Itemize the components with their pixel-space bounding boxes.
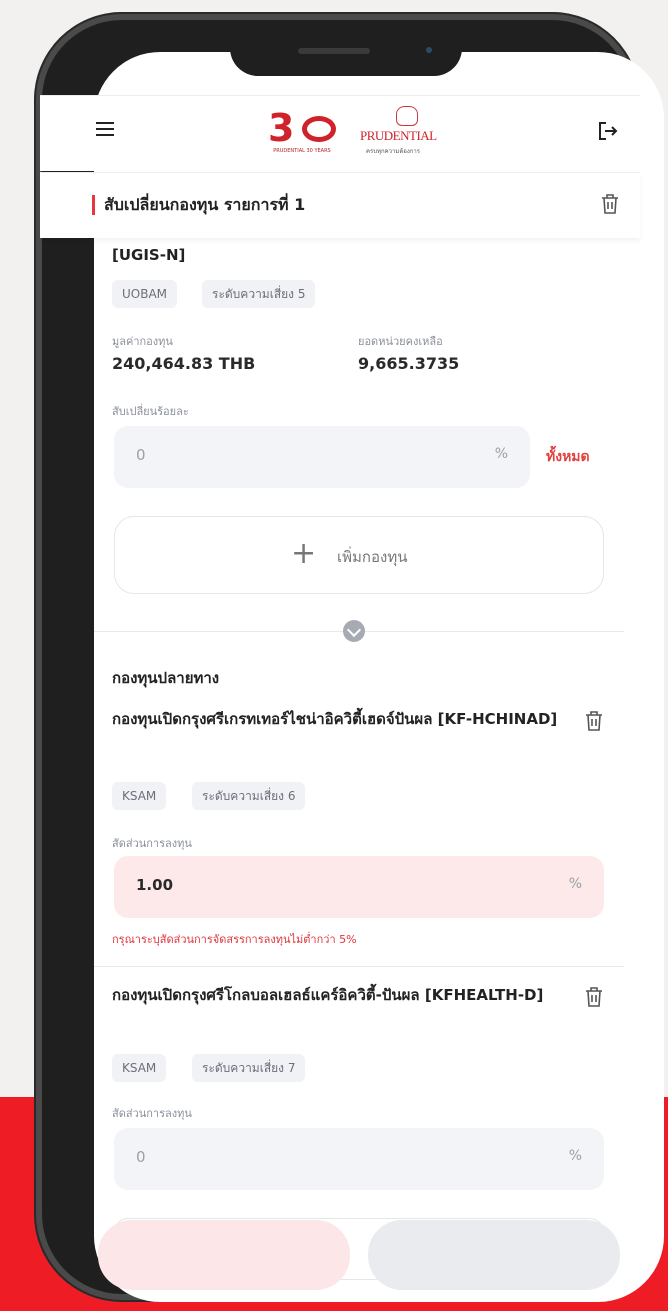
- next-button[interactable]: [368, 1220, 620, 1290]
- switch-percent-value: 0: [136, 446, 146, 464]
- arrow-down-circle-icon: [343, 620, 365, 642]
- allocation-value: 0: [136, 1148, 146, 1166]
- destination-fund-risk-chip: ระดับความเสี่ยง 7: [192, 1054, 306, 1082]
- section-title: สับเปลี่ยนกองทุน รายการที่ 1: [104, 195, 306, 214]
- source-fund-risk-chip: ระดับความเสี่ยง 5: [202, 280, 316, 308]
- main-content: [UGIS-N] UOBAM ระดับความเสี่ยง 5 มูลค่าก…: [40, 238, 640, 1280]
- section-accent-bar: [92, 195, 95, 215]
- delete-destination-fund-trash-icon[interactable]: [584, 710, 604, 732]
- destination-title: กองทุนปลายทาง: [112, 669, 220, 687]
- plus-icon: +: [291, 536, 317, 571]
- delete-destination-fund-trash-icon[interactable]: [584, 986, 604, 1008]
- allocation-label: สัดส่วนการลงทุน: [112, 1107, 192, 1120]
- switch-percent-label: สับเปลี่ยนร้อยละ: [112, 405, 189, 418]
- logout-icon[interactable]: [596, 120, 620, 142]
- prudential-logo: PRUDENTIAL ครบทุกความต้องการ: [360, 106, 460, 162]
- destination-fund-name: กองทุนเปิดกรุงศรีโกลบอลเฮลธ์แคร์อิควิตี้…: [112, 986, 544, 1004]
- prudential-tagline: ครบทุกความต้องการ: [366, 148, 420, 155]
- allocation-input[interactable]: 0 %: [114, 1128, 604, 1190]
- switch-all-link[interactable]: ทั้งหมด: [546, 446, 590, 468]
- nav-label: มูลค่ากองทุน: [112, 335, 173, 348]
- percent-unit: %: [494, 446, 508, 462]
- front-camera: [426, 47, 432, 53]
- menu-icon[interactable]: [96, 122, 114, 136]
- switch-percent-input[interactable]: 0 %: [114, 426, 530, 488]
- app-header: 3 PRUDENTIAL 30 YEARS PRUDENTIAL ครบทุกค…: [40, 95, 640, 171]
- units-value: 9,665.3735: [358, 354, 460, 373]
- units-label: ยอดหน่วยคงเหลือ: [358, 335, 443, 348]
- percent-unit: %: [568, 876, 582, 892]
- section-title-bar: สับเปลี่ยนกองทุน รายการที่ 1: [40, 172, 640, 238]
- nav-value: 240,464.83 THB: [112, 354, 256, 373]
- destination-fund-amc-chip: KSAM: [112, 782, 167, 810]
- delete-switch-trash-icon[interactable]: [600, 193, 620, 215]
- prudential-brand-text: PRUDENTIAL: [360, 128, 437, 143]
- speaker-grill: [298, 48, 370, 54]
- prudential-emblem-icon: [396, 106, 418, 126]
- destination-fund-amc-chip: KSAM: [112, 1054, 167, 1082]
- add-fund-label: เพิ่มกองทุน: [337, 548, 408, 566]
- back-button[interactable]: [98, 1220, 350, 1290]
- percent-unit: %: [568, 1148, 582, 1164]
- 30-years-logo: 3 PRUDENTIAL 30 YEARS: [262, 106, 342, 158]
- logo-30-subtitle: PRUDENTIAL 30 YEARS: [273, 148, 331, 154]
- allocation-value: 1.00: [136, 876, 174, 894]
- logo-30-ring: [302, 116, 336, 142]
- source-fund-amc-chip: UOBAM: [112, 280, 178, 308]
- source-fund-code: [UGIS-N]: [112, 246, 186, 264]
- phone-notch: [230, 30, 462, 76]
- logo-30-number: 3: [268, 106, 295, 150]
- allocation-error-message: กรุณาระบุสัดส่วนการจัดสรรการลงทุนไม่ต่ำก…: [112, 933, 357, 946]
- add-fund-button[interactable]: + เพิ่มกองทุน: [114, 516, 604, 594]
- fund-divider: [94, 966, 624, 967]
- allocation-input[interactable]: 1.00 %: [114, 856, 604, 918]
- allocation-label: สัดส่วนการลงทุน: [112, 837, 192, 850]
- destination-fund-risk-chip: ระดับความเสี่ยง 6: [192, 782, 306, 810]
- destination-fund-name: กองทุนเปิดกรุงศรีเกรทเทอร์ไชน่าอิควิตี้เ…: [112, 710, 558, 728]
